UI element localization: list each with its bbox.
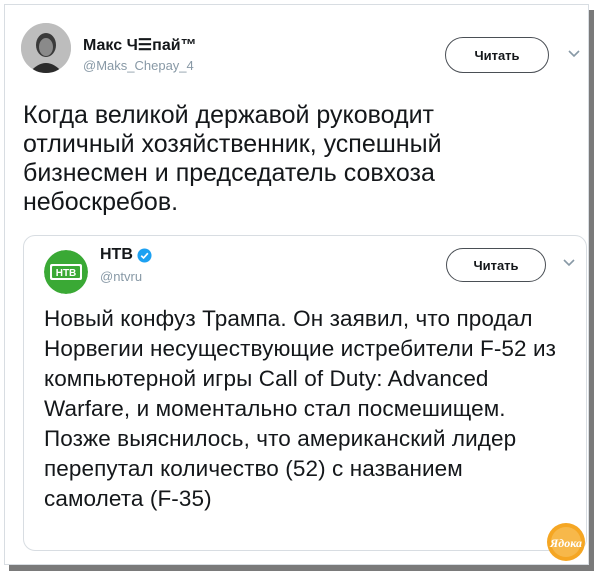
quote-follow-button[interactable]: Читать (446, 248, 546, 282)
quote-author-handle[interactable]: @ntvru (100, 269, 142, 284)
follow-button[interactable]: Читать (445, 37, 549, 73)
author-avatar[interactable] (21, 23, 71, 73)
chevron-down-icon[interactable] (567, 49, 581, 59)
svg-text:Ядока: Ядока (549, 536, 582, 550)
tweet-text: Когда великой державой руководит отличны… (23, 101, 442, 216)
quote-text: Новый конфуз Трампа. Он заявил, что прод… (44, 306, 557, 511)
quote-author-name[interactable]: НТВ (100, 246, 152, 264)
quote-chevron-down-icon[interactable] (562, 258, 576, 268)
verified-badge-icon (137, 247, 152, 263)
svg-text:НТВ: НТВ (56, 268, 77, 279)
author-handle[interactable]: @Maks_Chepay_4 (83, 58, 194, 73)
author-name[interactable]: Макс Ч☰пай™ (83, 35, 197, 55)
watermark-logo-icon: Ядока (547, 523, 585, 561)
tweet-card: Макс Ч☰пай™ @Maks_Chepay_4 Читать Когда … (4, 4, 589, 565)
author-photo-icon (21, 23, 71, 73)
quote-author-label: НТВ (100, 246, 133, 263)
ntv-logo-icon[interactable]: НТВ (44, 250, 88, 294)
quoted-tweet[interactable]: НТВ НТВ @ntvru Читать Новый конфуз Трамп… (23, 235, 587, 551)
